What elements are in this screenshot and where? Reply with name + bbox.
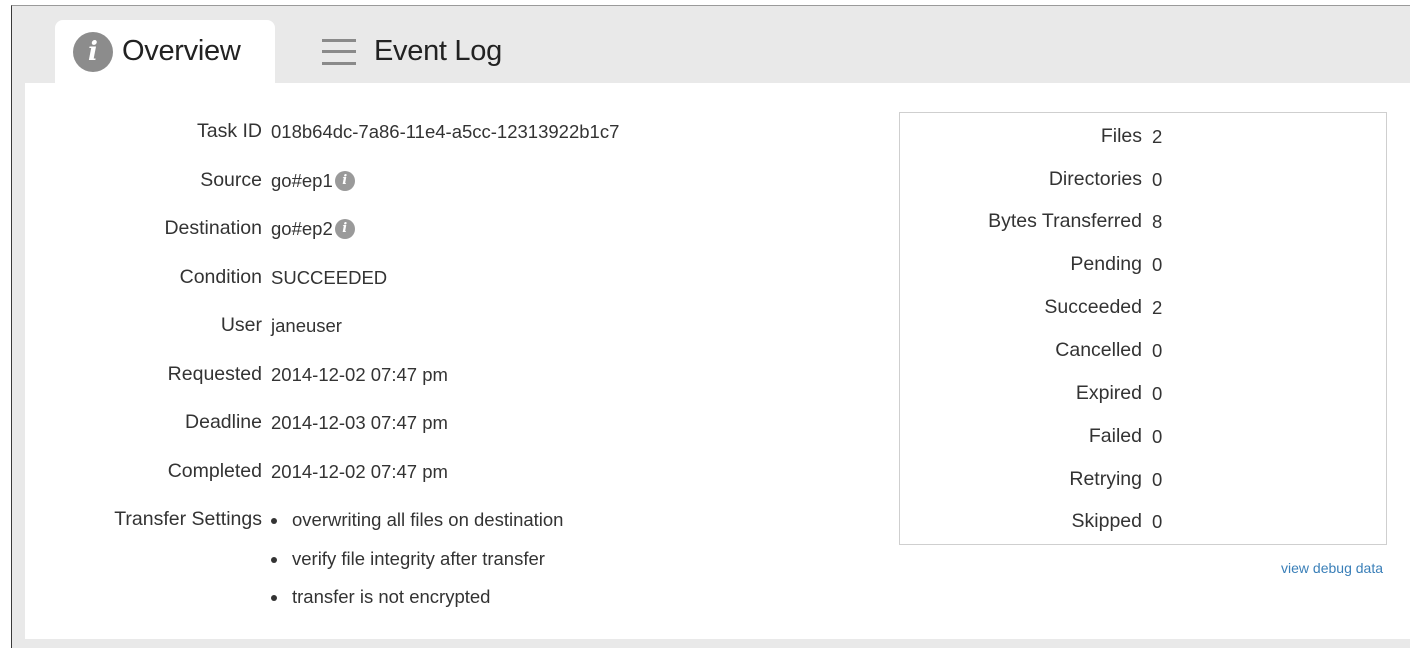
overview-panel: Task ID 018b64dc-7a86-11e4-a5cc-12313922… <box>25 83 1410 639</box>
stat-row-files: Files 2 <box>900 125 1386 155</box>
stat-row-retrying: Retrying 0 <box>900 468 1386 498</box>
detail-row-source: Source go#ep1 i <box>25 169 885 218</box>
source-value: go#ep1 i <box>271 170 355 192</box>
detail-row-destination: Destination go#ep2 i <box>25 217 885 266</box>
transfer-stats-box: Files 2 Directories 0 Bytes Transferred … <box>899 112 1387 545</box>
stat-value: 2 <box>1152 297 1163 318</box>
list-item: verify file integrity after transfer <box>271 548 563 587</box>
detail-label: User <box>220 314 262 336</box>
bullet-icon <box>271 595 277 601</box>
detail-label: Source <box>200 168 262 191</box>
completed-value: 2014-12-02 07:47 pm <box>271 460 448 482</box>
stat-row-cancelled: Cancelled 0 <box>900 339 1386 369</box>
stat-row-pending: Pending 0 <box>900 253 1386 283</box>
list-item: transfer is not encrypted <box>271 586 563 625</box>
tab-bar: i Overview Event Log <box>12 6 1410 83</box>
transfer-settings-list: overwriting all files on destination ver… <box>271 509 563 625</box>
bullet-icon <box>271 518 277 524</box>
stat-value: 8 <box>1152 211 1163 232</box>
stat-label: Retrying <box>1069 468 1142 490</box>
task-details-frame: i Overview Event Log Task ID 018b64dc-7a… <box>11 5 1410 648</box>
transfer-settings-label: Transfer Settings <box>114 508 262 530</box>
task-details: Task ID 018b64dc-7a86-11e4-a5cc-12313922… <box>25 120 885 607</box>
detail-row-task-id: Task ID 018b64dc-7a86-11e4-a5cc-12313922… <box>25 120 885 169</box>
user-value: janeuser <box>271 315 342 336</box>
stat-label: Cancelled <box>1055 339 1142 361</box>
stat-value: 0 <box>1152 169 1163 190</box>
stat-row-failed: Failed 0 <box>900 425 1386 455</box>
stat-row-bytes-transferred: Bytes Transferred 8 <box>900 210 1386 240</box>
detail-row-completed: Completed 2014-12-02 07:47 pm <box>25 460 885 509</box>
requested-value: 2014-12-02 07:47 pm <box>271 363 448 385</box>
detail-label: Requested <box>167 362 262 385</box>
stat-value: 0 <box>1152 254 1163 275</box>
stat-row-directories: Directories 0 <box>900 168 1386 198</box>
stat-row-expired: Expired 0 <box>900 382 1386 412</box>
detail-label: Completed <box>167 459 262 482</box>
detail-row-deadline: Deadline 2014-12-03 07:47 pm <box>25 411 885 460</box>
detail-label: Condition <box>179 265 262 288</box>
stat-value: 0 <box>1152 340 1163 361</box>
stat-label: Files <box>1100 125 1142 147</box>
stat-row-succeeded: Succeeded 2 <box>900 296 1386 326</box>
bullet-icon <box>271 556 277 563</box>
stat-value: 0 <box>1152 383 1163 404</box>
tab-event-log-label: Event Log <box>374 35 502 67</box>
menu-icon <box>322 38 356 65</box>
stat-value: 0 <box>1152 426 1163 447</box>
destination-endpoint-text: go#ep2 <box>271 218 333 239</box>
list-item: overwriting all files on destination <box>271 509 563 548</box>
deadline-value: 2014-12-03 07:47 pm <box>271 412 448 433</box>
detail-row-condition: Condition SUCCEEDED <box>25 266 885 315</box>
detail-label: Task ID <box>196 120 262 142</box>
stat-label: Failed <box>1088 425 1142 447</box>
stat-label: Expired <box>1075 382 1142 404</box>
info-icon: i <box>73 31 113 72</box>
tab-overview[interactable]: i Overview <box>55 20 275 83</box>
view-debug-data-link[interactable]: view debug data <box>1281 560 1383 576</box>
detail-row-requested: Requested 2014-12-02 07:47 pm <box>25 363 885 412</box>
stat-row-skipped: Skipped 0 <box>900 510 1386 540</box>
detail-label: Deadline <box>185 411 262 433</box>
destination-info-icon[interactable]: i <box>334 219 355 239</box>
tab-overview-label: Overview <box>122 35 241 67</box>
detail-row-user: User janeuser <box>25 314 885 363</box>
task-id-value: 018b64dc-7a86-11e4-a5cc-12313922b1c7 <box>271 121 620 142</box>
stat-label: Skipped <box>1071 510 1142 532</box>
stat-label: Pending <box>1070 253 1142 275</box>
stat-label: Succeeded <box>1044 296 1142 318</box>
tab-event-log[interactable]: Event Log <box>322 20 542 83</box>
destination-value: go#ep2 i <box>271 218 355 240</box>
stat-label: Directories <box>1048 168 1142 190</box>
stat-label: Bytes Transferred <box>988 210 1142 232</box>
stat-value: 0 <box>1152 469 1163 490</box>
condition-value: SUCCEEDED <box>271 266 388 288</box>
stat-value: 2 <box>1152 126 1163 147</box>
detail-label: Destination <box>164 217 262 239</box>
source-info-icon[interactable]: i <box>334 170 355 191</box>
stat-value: 0 <box>1152 511 1163 532</box>
source-endpoint-text: go#ep1 <box>271 169 333 191</box>
